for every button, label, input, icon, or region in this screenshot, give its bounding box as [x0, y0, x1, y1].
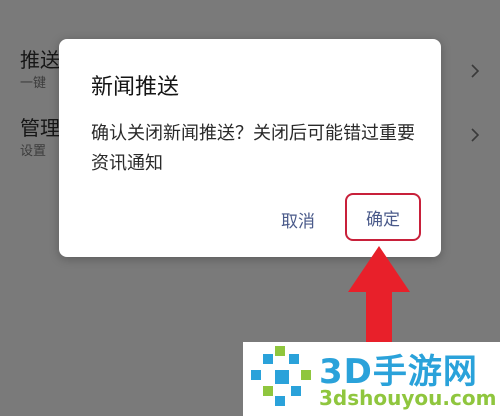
cancel-button[interactable]: 取消	[264, 202, 332, 236]
chevron-right-icon	[468, 128, 482, 142]
settings-row-push-subtitle: 一键	[20, 76, 47, 91]
news-push-dialog: 新闻推送 确认关闭新闻推送？关闭后可能错过重要资讯通知 取消 确定	[59, 39, 441, 257]
settings-row-manage-subtitle: 设置	[20, 144, 47, 159]
settings-row-manage-title: 管理	[20, 116, 60, 140]
confirm-button[interactable]: 确定	[345, 193, 421, 241]
confirm-button-label: 确定	[366, 209, 400, 230]
watermark-logo	[251, 346, 313, 412]
arrow-up-icon	[346, 244, 412, 354]
dialog-message: 确认关闭新闻推送？关闭后可能错过重要资讯通知	[91, 123, 415, 174]
watermark-url: 3dshouyou.com	[319, 386, 497, 410]
watermark: 3D手游网 3dshouyou.com	[243, 342, 500, 416]
settings-row-push-title: 推送	[20, 48, 60, 72]
chevron-right-icon	[468, 64, 482, 78]
dialog-title: 新闻推送	[91, 75, 180, 100]
